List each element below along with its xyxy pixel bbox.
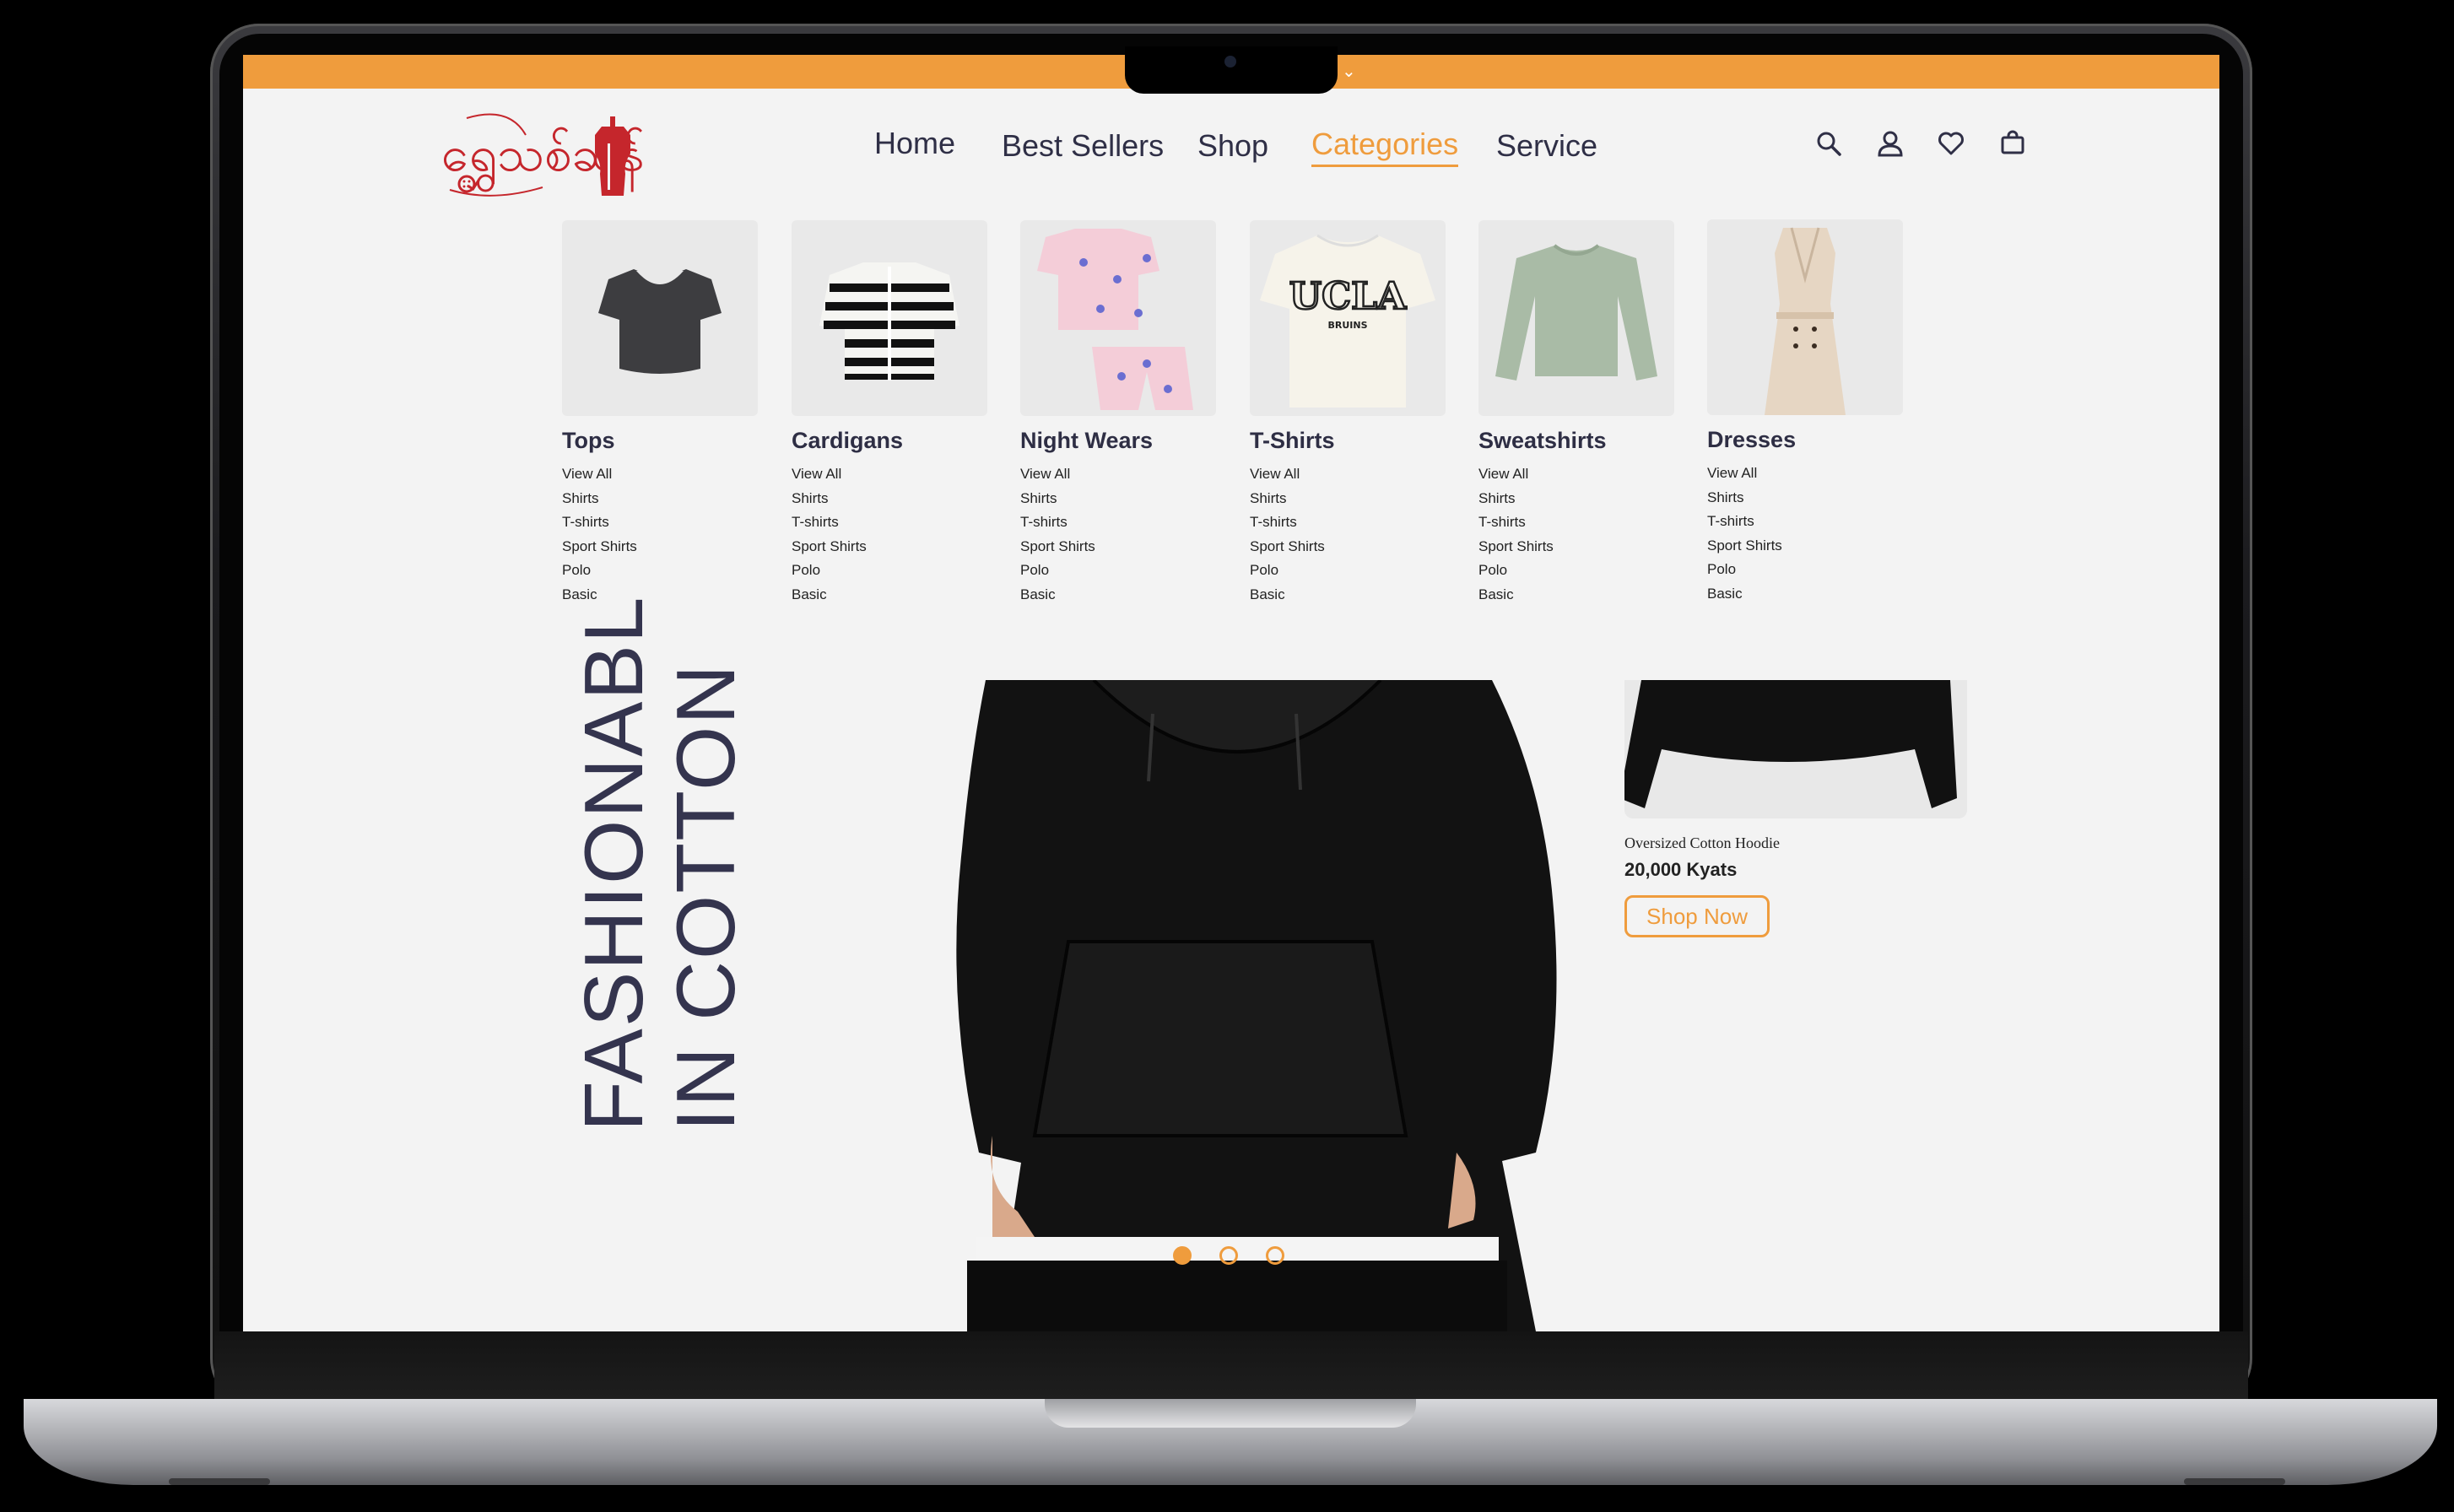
category-link[interactable]: View All xyxy=(792,462,987,487)
category-link[interactable]: Sport Shirts xyxy=(1707,534,1903,559)
user-icon[interactable] xyxy=(1876,129,1905,158)
category-link[interactable]: Basic xyxy=(1707,582,1903,607)
category-link[interactable]: View All xyxy=(1020,462,1216,487)
carousel-dot-3[interactable] xyxy=(1266,1246,1284,1265)
category-link[interactable]: T-shirts xyxy=(1478,510,1674,535)
nav-best-sellers[interactable]: Best Sellers xyxy=(1002,128,1164,164)
category-link[interactable]: Polo xyxy=(1250,559,1446,583)
laptop-opening-notch xyxy=(1045,1399,1416,1428)
category-link[interactable]: Shirts xyxy=(1250,487,1446,511)
category-sweatshirts[interactable]: Sweatshirts View All Shirts T-shirts Spo… xyxy=(1478,220,1674,607)
category-cardigans[interactable]: Cardigans View All Shirts T-shirts Sport… xyxy=(792,220,987,607)
category-image[interactable] xyxy=(792,220,987,416)
category-link[interactable]: Basic xyxy=(1020,583,1216,608)
nav-service[interactable]: Service xyxy=(1496,128,1597,164)
category-link[interactable]: T-shirts xyxy=(1250,510,1446,535)
category-link[interactable]: View All xyxy=(1707,462,1903,486)
category-title[interactable]: Cardigans xyxy=(792,428,987,454)
carousel-dot-1[interactable] xyxy=(1173,1246,1192,1265)
nav-shop[interactable]: Shop xyxy=(1197,128,1268,164)
category-link[interactable]: Sport Shirts xyxy=(1020,535,1216,559)
category-image[interactable] xyxy=(1478,220,1674,416)
brand-logo[interactable]: ရွှေသစ်ဆန်း xyxy=(441,110,644,202)
category-t-shirts[interactable]: UCLA BRUINS T-Shirts View All Shirts T-s… xyxy=(1250,220,1446,607)
carousel-dot-2[interactable] xyxy=(1219,1246,1238,1265)
category-link[interactable]: View All xyxy=(1250,462,1446,487)
camera-notch xyxy=(1125,46,1338,94)
category-link[interactable]: Shirts xyxy=(1707,486,1903,510)
category-link[interactable]: Shirts xyxy=(1478,487,1674,511)
category-image[interactable] xyxy=(1707,219,1903,415)
category-dresses[interactable]: Dresses View All Shirts T-shirts Sport S… xyxy=(1707,219,1903,606)
category-link[interactable]: T-shirts xyxy=(1707,510,1903,534)
camera-icon xyxy=(1224,56,1236,68)
category-link[interactable]: T-shirts xyxy=(792,510,987,535)
category-title[interactable]: Sweatshirts xyxy=(1478,428,1674,454)
category-title[interactable]: Night Wears xyxy=(1020,428,1216,454)
category-link[interactable]: Basic xyxy=(1478,583,1674,608)
category-link[interactable]: Polo xyxy=(792,559,987,583)
hero-image xyxy=(900,680,1576,1331)
nav-categories[interactable]: Categories xyxy=(1311,127,1459,167)
laptop-chin xyxy=(214,1331,2248,1399)
category-link[interactable]: Sport Shirts xyxy=(792,535,987,559)
category-night-wears[interactable]: Night Wears View All Shirts T-shirts Spo… xyxy=(1020,220,1216,607)
chevron-down-icon[interactable]: ⌄ xyxy=(1342,61,1356,82)
category-link[interactable]: T-shirts xyxy=(562,510,758,535)
category-tops[interactable]: Tops View All Shirts T-shirts Sport Shir… xyxy=(562,220,758,607)
laptop-foot xyxy=(169,1478,270,1485)
shop-now-button[interactable]: Shop Now xyxy=(1624,895,1770,937)
category-link[interactable]: T-shirts xyxy=(1020,510,1216,535)
category-link[interactable]: Sport Shirts xyxy=(1478,535,1674,559)
category-title[interactable]: Dresses xyxy=(1707,427,1903,453)
browser-screen: ⌄ ရွှေသစ်ဆန်း Home Best Sellers Shop Cat… xyxy=(243,55,2219,1331)
category-link[interactable]: Sport Shirts xyxy=(562,535,758,559)
heart-icon[interactable] xyxy=(1937,129,1965,158)
category-title[interactable]: Tops xyxy=(562,428,758,454)
product-name[interactable]: Oversized Cotton Hoodie xyxy=(1624,834,1780,852)
product-price: 20,000 Kyats xyxy=(1624,859,1738,880)
laptop-foot xyxy=(2184,1478,2285,1485)
product-thumbnail[interactable] xyxy=(1624,680,1967,818)
category-link[interactable]: Shirts xyxy=(1020,487,1216,511)
category-link[interactable]: Basic xyxy=(792,583,987,608)
search-icon[interactable] xyxy=(1814,129,1843,158)
tshirt-print-sub: BRUINS xyxy=(1327,320,1367,331)
category-link[interactable]: View All xyxy=(1478,462,1674,487)
category-link[interactable]: Polo xyxy=(1478,559,1674,583)
category-link[interactable]: Shirts xyxy=(562,487,758,511)
category-link[interactable]: Polo xyxy=(1707,558,1903,582)
shopping-bag-icon[interactable] xyxy=(1998,129,2027,158)
category-link[interactable]: Basic xyxy=(1250,583,1446,608)
category-image[interactable]: UCLA BRUINS xyxy=(1250,220,1446,416)
category-link[interactable]: View All xyxy=(562,462,758,487)
category-image[interactable] xyxy=(562,220,758,416)
category-link[interactable]: Polo xyxy=(562,559,758,583)
category-link[interactable]: Sport Shirts xyxy=(1250,535,1446,559)
nav-home[interactable]: Home xyxy=(874,126,955,161)
category-image[interactable] xyxy=(1020,220,1216,416)
category-link[interactable]: Shirts xyxy=(792,487,987,511)
hero-heading-line2: IN COTTON xyxy=(659,662,752,1131)
category-link[interactable]: Polo xyxy=(1020,559,1216,583)
hero-heading-line1: FASHIONABL xyxy=(567,595,660,1131)
tshirt-print: UCLA xyxy=(1289,275,1407,318)
category-title[interactable]: T-Shirts xyxy=(1250,428,1446,454)
